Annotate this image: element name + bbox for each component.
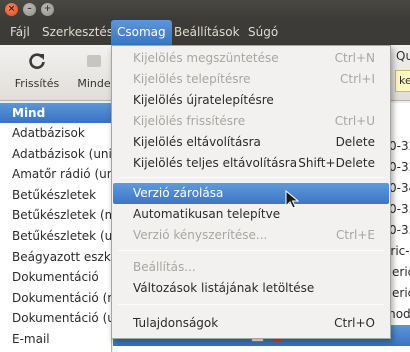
menu-item-accel: Ctrl+E — [336, 228, 375, 242]
package-version: 0-34 — [389, 181, 410, 195]
category-item[interactable]: Amatőr rádió (univ — [0, 164, 111, 185]
category-item[interactable]: Betűkészletek (univ — [0, 226, 111, 247]
reload-button[interactable]: Frissítés — [4, 51, 70, 90]
menu-item-mark-removal[interactable]: Kijelölés eltávolításra Delete — [113, 132, 389, 153]
package-version: 0-32 — [389, 160, 410, 174]
category-header[interactable]: Mind — [0, 103, 111, 123]
search-input[interactable]: ke — [395, 70, 410, 92]
menu-item-accel: Ctrl+U — [334, 114, 375, 128]
menu-item-accel: Ctrl+O — [334, 316, 375, 330]
menu-item-label: Tulajdonságok — [133, 316, 219, 330]
category-item[interactable]: Adatbázisok (unive — [0, 144, 111, 165]
menu-edit[interactable]: Szerkesztés — [36, 20, 119, 45]
menu-item-label: Kijelölés eltávolításra — [133, 135, 261, 149]
menu-item-lock-version[interactable]: Verzió zárolása — [113, 183, 389, 204]
category-item[interactable]: Dokumentáció (uni — [0, 308, 111, 329]
package-version: 0-35 — [389, 223, 410, 237]
package-menu-dropdown: Kijelölés megszüntetése Ctrl+N Kijelölés… — [111, 45, 391, 339]
search-label: Qu — [396, 49, 410, 63]
menu-package[interactable]: Csomag — [111, 20, 172, 45]
menu-item-force-version[interactable]: Verzió kényszerítése... Ctrl+E — [113, 225, 389, 246]
minimize-window-button[interactable]: – — [23, 3, 36, 16]
upgrade-icon — [87, 55, 101, 67]
menu-item-accel: Delete — [335, 135, 375, 149]
category-item[interactable]: Dokumentáció — [0, 267, 111, 288]
menu-item-label: Verzió zárolása — [133, 186, 224, 200]
menu-file[interactable]: Fájl — [4, 20, 36, 45]
menu-item-label: Kijelölés újratelepítésre — [133, 93, 274, 107]
maximize-icon: + — [43, 4, 52, 14]
reload-label: Frissítés — [14, 77, 60, 90]
menu-bar: Fájl Szerkesztés Csomag Beállítások Súgó — [0, 20, 410, 45]
close-icon: × — [7, 4, 16, 14]
menu-item-label: Kijelölés telepítésre — [133, 72, 251, 86]
menu-help[interactable]: Súgó — [242, 20, 284, 45]
menu-item-mark-install[interactable]: Kijelölés telepítésre Ctrl+I — [113, 69, 389, 90]
menu-item-mark-reinstall[interactable]: Kijelölés újratelepítésre — [113, 90, 389, 111]
package-name: eric-lt — [392, 286, 410, 300]
maximize-window-button[interactable]: + — [41, 3, 54, 16]
mark-all-upgrades-label: Minde — [77, 77, 111, 90]
menu-item-unmark[interactable]: Kijelölés megszüntetése Ctrl+N — [113, 48, 389, 69]
category-item[interactable]: E-mail — [0, 329, 111, 350]
title-bar: × – + — [0, 0, 410, 20]
minimize-icon: – — [27, 4, 32, 14]
menu-item-label: Kijelölés frissítésre — [133, 114, 246, 128]
package-version: 0-32 — [389, 139, 410, 153]
menu-separator — [118, 304, 384, 305]
menu-separator — [118, 250, 384, 251]
menu-item-label: Változások listájának letöltése — [133, 281, 315, 295]
menu-item-accel: Ctrl+N — [334, 51, 375, 65]
mark-all-upgrades-button[interactable]: Minde — [74, 51, 114, 90]
menu-separator — [118, 177, 384, 178]
menu-item-mark-purge[interactable]: Kijelölés teljes eltávolításra Shift+Del… — [113, 153, 389, 174]
category-item[interactable]: Betűkészletek (mul — [0, 205, 111, 226]
menu-settings[interactable]: Beállítások — [168, 20, 246, 45]
mouse-pointer-icon — [285, 190, 299, 209]
menu-item-label: Kijelölés teljes eltávolításra — [133, 156, 298, 170]
menu-item-accel: Shift+Delete — [298, 156, 375, 170]
menu-item-auto-installed[interactable]: Automatikusan telepítve — [113, 204, 389, 225]
package-name: eric-lt — [392, 265, 410, 279]
menu-item-mark-upgrade[interactable]: Kijelölés frissítésre Ctrl+U — [113, 111, 389, 132]
category-item[interactable]: Adatbázisok — [0, 123, 111, 144]
menu-item-accel: Ctrl+I — [340, 72, 375, 86]
menu-item-label: Automatikusan telepítve — [133, 207, 281, 221]
menu-item-configure[interactable]: Beállítás... — [113, 257, 389, 278]
category-item[interactable]: Betűkészletek — [0, 185, 111, 206]
category-item[interactable]: Dokumentáció (mu — [0, 288, 111, 309]
menu-item-label: Beállítás... — [133, 260, 196, 274]
close-window-button[interactable]: × — [5, 3, 18, 16]
menu-item-properties[interactable]: Tulajdonságok Ctrl+O — [113, 313, 389, 334]
category-list: Mind Adatbázisok Adatbázisok (unive Amat… — [0, 103, 112, 352]
reload-icon — [29, 53, 45, 69]
menu-item-label: Kijelölés megszüntetése — [133, 51, 279, 65]
package-version: 0-35 — [389, 202, 410, 216]
menu-item-label: Verzió kényszerítése... — [133, 228, 268, 242]
category-item[interactable]: Beágyazott eszközö — [0, 247, 111, 268]
menu-item-download-changelog[interactable]: Változások listájának letöltése — [113, 278, 389, 299]
